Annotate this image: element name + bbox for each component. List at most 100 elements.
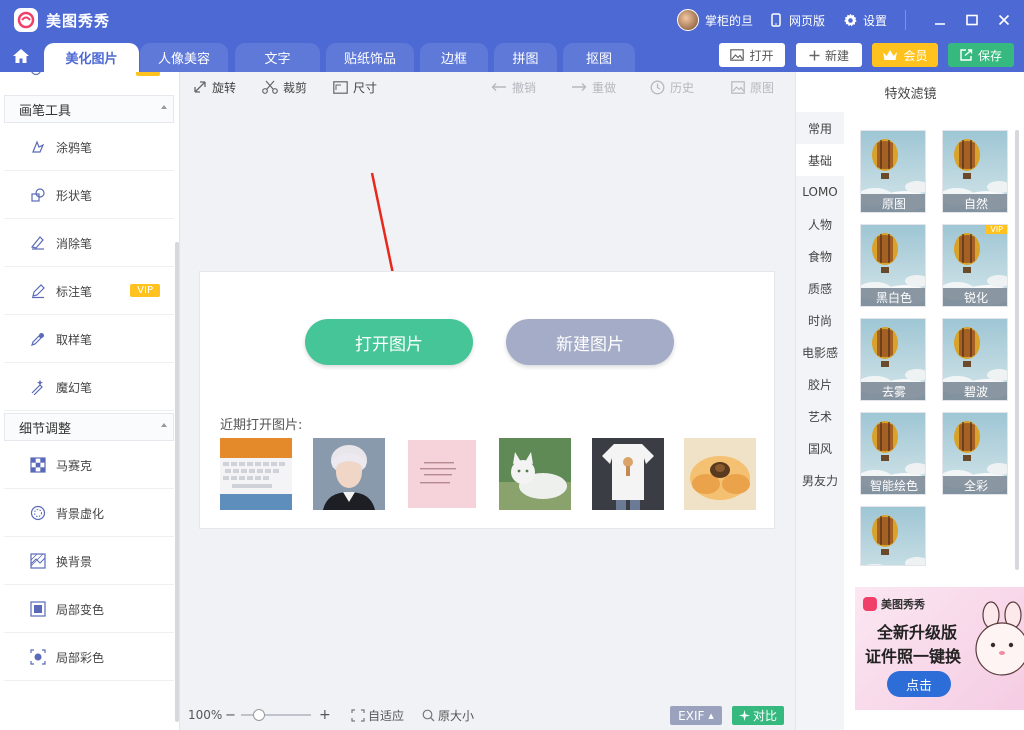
sidebar-item-marker-pen[interactable]: 标注笔 VIP xyxy=(4,268,174,315)
settings-button[interactable]: 设置 xyxy=(843,12,887,29)
fit-button[interactable]: 自适应 xyxy=(351,707,404,724)
new-image-label: 新建图片 xyxy=(556,334,624,355)
sidebar-item-eraser-pen[interactable]: 消除笔 xyxy=(4,220,174,267)
history-button[interactable]: 历史 xyxy=(650,72,694,102)
recent-image-thumbnail[interactable] xyxy=(220,438,292,510)
user-account[interactable]: 掌柜的旦 xyxy=(676,9,753,31)
crop-button[interactable]: 裁剪 xyxy=(262,72,307,102)
rotate-icon xyxy=(194,81,206,93)
eraser-pen-icon xyxy=(30,236,44,250)
filter-category-texture[interactable]: 质感 xyxy=(796,272,844,304)
zoom-out-button[interactable]: − xyxy=(225,708,236,723)
item-label: 局部变色 xyxy=(56,602,105,617)
rotate-label: 旋转 xyxy=(212,80,237,95)
filter-label: 碧波 xyxy=(943,382,1007,400)
actual-size-button[interactable]: 原大小 xyxy=(422,707,474,724)
image-icon xyxy=(731,80,745,94)
sidebar-item-local-color[interactable]: 局部彩色 xyxy=(4,634,174,681)
save-button[interactable]: 保存 xyxy=(948,43,1014,67)
vip-badge: VIP xyxy=(130,284,160,297)
filter-category-chinese-style[interactable]: 国风 xyxy=(796,432,844,464)
filter-thumbnail[interactable]: 自然 xyxy=(942,130,1008,213)
open-button[interactable]: 打开 xyxy=(719,43,785,67)
filter-category-fashion[interactable]: 时尚 xyxy=(796,304,844,336)
tab-cutout[interactable]: 抠图 xyxy=(563,43,635,72)
minimize-button[interactable] xyxy=(924,0,956,40)
filter-thumbnail[interactable] xyxy=(860,506,926,566)
category-label: LOMO xyxy=(802,185,838,199)
redo-label: 重做 xyxy=(592,80,617,95)
sidebar-item-local-color-change[interactable]: 局部变色 xyxy=(4,586,174,633)
sidebar-item-change-background[interactable]: 换背景 xyxy=(4,538,174,585)
recent-image-thumbnail[interactable] xyxy=(313,438,385,510)
sidebar-item-blur-background[interactable]: 背景虚化 xyxy=(4,490,174,537)
promo-brand-label: 美图秀秀 xyxy=(881,598,925,611)
open-image-button[interactable]: 打开图片 xyxy=(305,319,473,365)
tab-label: 贴纸饰品 xyxy=(343,52,396,67)
recent-image-thumbnail[interactable] xyxy=(406,438,478,510)
filter-category-art[interactable]: 艺术 xyxy=(796,400,844,432)
vip-button[interactable]: 会员 xyxy=(872,43,938,67)
recent-image-thumbnail[interactable] xyxy=(592,438,664,510)
tab-border[interactable]: 边框 xyxy=(420,43,488,72)
item-label: 形状笔 xyxy=(56,188,93,203)
save-export-icon xyxy=(960,49,973,61)
sidebar-item-sample-pen[interactable]: 取样笔 xyxy=(4,316,174,363)
filter-category-list: 常用 基础 LOMO 人物 食物 质感 时尚 电影感 胶片 艺术 国风 男友力 xyxy=(796,112,844,730)
filter-category-common[interactable]: 常用 xyxy=(796,112,844,144)
filter-category-film[interactable]: 胶片 xyxy=(796,368,844,400)
zoom-slider-handle[interactable] xyxy=(253,709,265,721)
tab-beautify[interactable]: 美化图片 xyxy=(44,43,139,72)
sidebar-item-doodle-pen[interactable]: 涂鸦笔 xyxy=(4,124,174,171)
section-brush-tools[interactable]: 画笔工具 xyxy=(4,95,174,123)
filter-category-people[interactable]: 人物 xyxy=(796,208,844,240)
redo-button[interactable]: 重做 xyxy=(571,72,616,102)
home-button[interactable] xyxy=(0,40,42,72)
filter-thumbnail[interactable]: 碧波 xyxy=(942,318,1008,401)
filter-category-basic[interactable]: 基础 xyxy=(796,144,844,176)
filter-thumbnail[interactable]: 黑白色 xyxy=(860,224,926,307)
tab-stickers[interactable]: 贴纸饰品 xyxy=(326,43,414,72)
recent-image-thumbnail[interactable] xyxy=(499,438,571,510)
original-image-button[interactable]: 原图 xyxy=(731,72,774,102)
rotate-button[interactable]: 旋转 xyxy=(193,72,236,102)
filter-thumbnail[interactable]: 原图 xyxy=(860,130,926,213)
web-version-button[interactable]: 网页版 xyxy=(771,12,825,29)
sidebar-item-magic-pen[interactable]: 魔幻笔 xyxy=(4,364,174,411)
section-detail-adjust[interactable]: 细节调整 xyxy=(4,413,174,441)
filter-thumbnail[interactable]: VIP 锐化 xyxy=(942,224,1008,307)
vip-badge: VIP xyxy=(986,225,1007,234)
tab-label: 人像美容 xyxy=(157,52,210,67)
exif-label: EXIF xyxy=(678,708,705,723)
redo-arrow-icon xyxy=(572,83,587,91)
promo-banner[interactable]: 美图秀秀 全新升级版 证件照一键换 点击 xyxy=(855,587,1024,710)
tab-portrait[interactable]: 人像美容 xyxy=(140,43,228,72)
new-image-button[interactable]: 新建图片 xyxy=(506,319,674,365)
zoom-slider-track[interactable] xyxy=(241,714,311,716)
filter-thumbnail[interactable]: 全彩 xyxy=(942,412,1008,495)
compare-button[interactable]: 对比 xyxy=(732,706,784,725)
filter-scrollbar[interactable] xyxy=(1015,130,1019,570)
recent-image-thumbnail[interactable] xyxy=(684,438,756,510)
exif-button[interactable]: EXIF ▲ xyxy=(670,706,722,725)
crown-icon xyxy=(883,50,898,60)
change-background-icon xyxy=(30,553,46,569)
maximize-button[interactable] xyxy=(956,0,988,40)
filter-category-cinematic[interactable]: 电影感 xyxy=(796,336,844,368)
filter-thumbnail[interactable]: 去雾 xyxy=(860,318,926,401)
sidebar-item-mosaic[interactable]: 马赛克 xyxy=(4,442,174,489)
filter-category-boyfriend[interactable]: 男友力 xyxy=(796,464,844,496)
filter-category-lomo[interactable]: LOMO xyxy=(796,176,844,208)
tab-text[interactable]: 文字 xyxy=(235,43,320,72)
close-button[interactable] xyxy=(988,0,1020,40)
promo-cta-button[interactable]: 点击 xyxy=(887,671,951,697)
size-button[interactable]: 尺寸 xyxy=(333,72,377,102)
zoom-in-button[interactable]: + xyxy=(319,707,331,723)
sidebar-scrollbar[interactable] xyxy=(175,242,179,722)
tab-collage[interactable]: 拼图 xyxy=(494,43,557,72)
sidebar-item-shape-pen[interactable]: 形状笔 xyxy=(4,172,174,219)
undo-button[interactable]: 撤销 xyxy=(491,72,536,102)
new-button[interactable]: 新建 xyxy=(796,43,862,67)
filter-thumbnail[interactable]: 智能绘色 xyxy=(860,412,926,495)
filter-category-food[interactable]: 食物 xyxy=(796,240,844,272)
